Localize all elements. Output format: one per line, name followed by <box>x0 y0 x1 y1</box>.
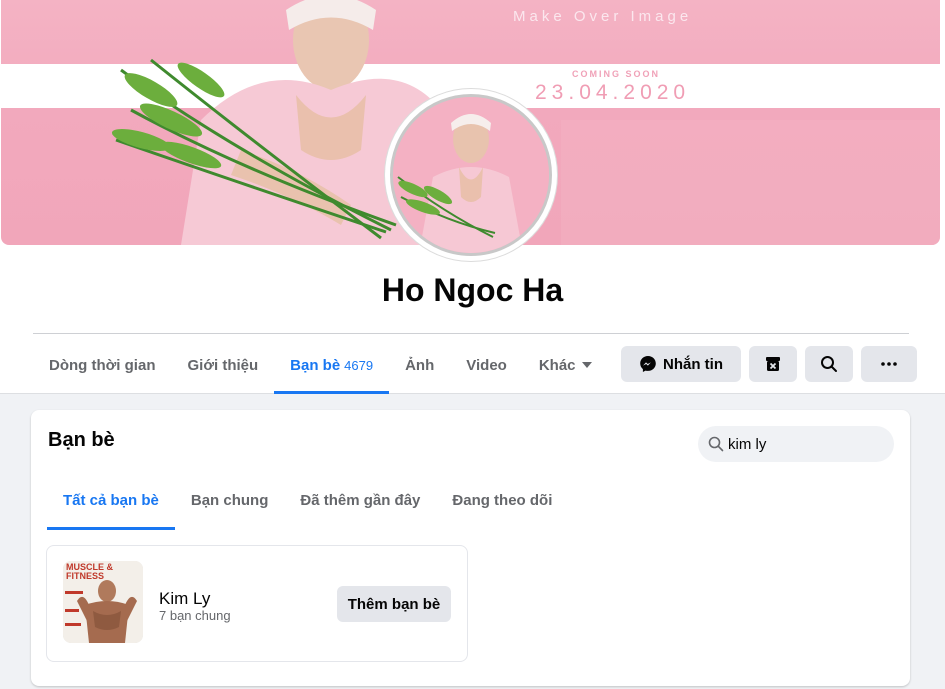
tab-friends[interactable]: Bạn bè 4679 <box>274 336 390 394</box>
cover-tagline: Make Over Image <box>513 8 693 25</box>
add-friend-button[interactable]: Thêm bạn bè <box>337 586 451 622</box>
tab-mutual-friends[interactable]: Bạn chung <box>175 481 285 530</box>
profile-nav: Dòng thời gian Giới thiệu Bạn bè 4679 Ản… <box>33 336 608 394</box>
friends-count: 4679 <box>344 357 374 373</box>
caret-down-icon <box>581 362 592 368</box>
search-profile-button[interactable] <box>805 346 853 382</box>
profile-header: Make Over Image COMING SOON 23.04.2020 H… <box>0 0 945 394</box>
tab-following[interactable]: Đang theo dõi <box>436 481 568 530</box>
friends-title: Bạn bè <box>48 429 115 451</box>
header-divider <box>33 333 909 334</box>
ellipsis-icon <box>881 362 897 366</box>
tab-timeline[interactable]: Dòng thời gian <box>33 336 171 394</box>
archive-x-icon <box>766 357 780 371</box>
cover-date: 23.04.2020 <box>535 81 691 104</box>
tab-recently-added[interactable]: Đã thêm gần đây <box>284 481 436 530</box>
friend-avatar[interactable]: MUSCLE & FITNESS <box>63 561 143 643</box>
profile-actions: Nhắn tin <box>621 346 917 382</box>
more-options-button[interactable] <box>861 346 917 382</box>
unfriend-button[interactable] <box>749 346 797 382</box>
friends-search-input[interactable] <box>728 435 878 453</box>
profile-name: Ho Ngoc Ha <box>381 272 564 308</box>
friend-mutual-count[interactable]: 7 bạn chung <box>159 608 231 623</box>
search-icon <box>821 356 837 372</box>
magazine-title: MUSCLE & FITNESS <box>66 562 113 581</box>
tab-photos[interactable]: Ảnh <box>389 336 450 394</box>
messenger-icon <box>640 356 656 372</box>
profile-avatar[interactable] <box>385 89 557 261</box>
tab-more[interactable]: Khác <box>523 336 608 394</box>
message-button[interactable]: Nhắn tin <box>621 346 741 382</box>
cover-coming-soon: COMING SOON <box>572 69 661 79</box>
tab-video[interactable]: Video <box>450 336 523 394</box>
friends-subtabs: Tất cả bạn bè Bạn chung Đã thêm gần đây … <box>47 481 568 530</box>
friends-section: Bạn bè Tất cả bạn bè Bạn chung Đã thêm g… <box>31 410 910 686</box>
search-icon <box>708 436 724 452</box>
tab-all-friends[interactable]: Tất cả bạn bè <box>47 481 175 530</box>
friends-search[interactable] <box>698 426 894 462</box>
avatar-photo <box>390 94 552 256</box>
friend-name[interactable]: Kim Ly <box>159 589 210 609</box>
friend-result: MUSCLE & FITNESS Kim Ly 7 bạn chung Thêm… <box>46 545 468 662</box>
tab-about[interactable]: Giới thiệu <box>171 336 274 394</box>
